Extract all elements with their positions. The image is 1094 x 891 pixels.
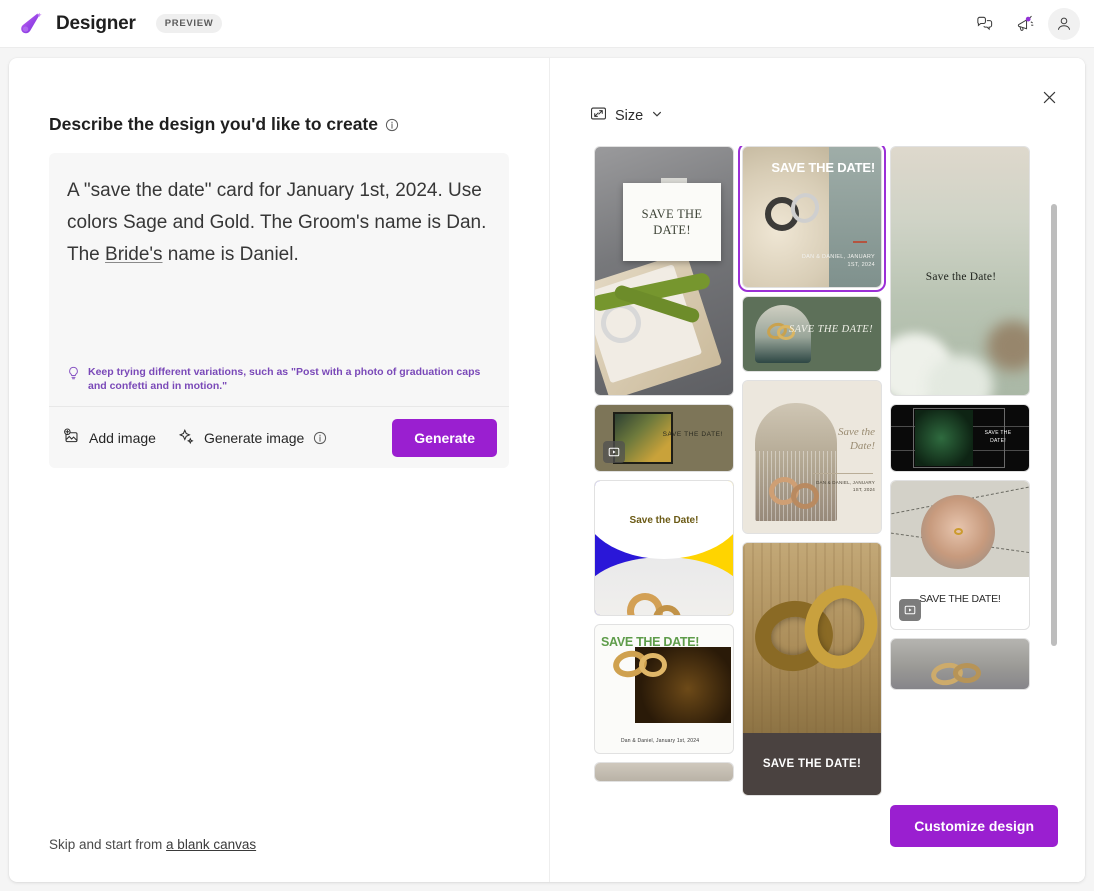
generate-image-label: Generate image [203,429,305,446]
feedback-icon[interactable] [968,8,1000,40]
resize-icon [590,106,607,126]
design-thumbnail[interactable]: SAVE THE DATE! [594,404,734,472]
design-thumbnail[interactable] [890,638,1030,690]
thumbnail-title: SAVE THE DATE! [762,758,862,770]
thumbnail-title: SAVE THE DATE! [771,160,875,175]
skip-row: Skip and start from a blank canvas [49,837,256,852]
design-thumbnail[interactable]: Save the Date! [594,480,734,616]
close-icon[interactable] [1036,84,1062,110]
prompt-container: A "save the date" card for January 1st, … [49,153,509,468]
account-avatar-icon[interactable] [1048,7,1080,40]
gallery-column-1: SAVE THE DATE! SAVE THE DATE! Save the D… [594,146,734,796]
lightbulb-icon [67,366,80,385]
prompt-hint: Keep trying different variations, such a… [49,365,509,406]
prompt-toolbar: Add image Generate image Generate [49,406,509,468]
prompt-input[interactable]: A "save the date" card for January 1st, … [49,153,509,365]
thumbnail-caption: Dan & Daniel, January 1st, 2024 [621,738,700,744]
prompt-text-part2: name is Daniel. [162,244,299,265]
gallery-column-2: SAVE THE DATE! DAN & DANIEL, JANUARY 1ST… [738,146,886,796]
design-thumbnail[interactable]: Save the Date! DAN & DANIEL, JANUARY 1ST… [742,380,882,534]
info-icon[interactable] [385,118,399,132]
megaphone-icon[interactable] [1008,8,1040,40]
design-thumbnail-selected[interactable]: SAVE THE DATE! DAN & DANIEL, JANUARY 1ST… [738,146,886,292]
add-image-button[interactable]: Add image [63,428,156,448]
thumbnail-title: Save the Date! [629,515,699,526]
design-thumbnail[interactable]: SAVE THE DATE! Dan & Daniel, January 1st… [594,624,734,754]
thumbnail-title: SAVE THE DATE! [662,431,723,438]
size-dropdown[interactable]: Size [590,106,663,126]
add-image-label: Add image [89,429,156,446]
preview-badge: PREVIEW [155,14,223,33]
brand: Designer PREVIEW [16,9,223,39]
thumbnail-caption: DAN & DANIEL, JANUARY 1ST, 2024 [816,480,875,492]
generate-image-button[interactable]: Generate image [178,428,327,448]
header-actions [968,7,1080,40]
info-icon[interactable] [313,431,327,445]
design-thumbnail[interactable]: SAVE THE DATE! [742,542,882,796]
app-header: Designer PREVIEW [0,0,1094,48]
design-thumbnail[interactable]: SAVE THE DATE! [890,480,1030,630]
thumbnail-title: SAVE THE DATE! [984,430,1012,444]
thumbnail-title: SAVE THE DATE! [788,324,873,335]
page-title-text: Describe the design you'd like to create [49,114,378,134]
scrollbar-thumb[interactable] [1051,204,1057,646]
describe-pane: Describe the design you'd like to create… [9,58,550,882]
design-thumbnail[interactable]: SAVE THE DATE! [742,296,882,372]
customize-design-button[interactable]: Customize design [890,805,1058,847]
results-pane: Size SAVE THE DATE! SAVE THE DATE! Save … [550,58,1085,882]
blank-canvas-link[interactable]: a blank canvas [166,837,256,852]
sparkle-icon [178,428,195,448]
play-badge-icon[interactable] [603,441,625,463]
design-thumbnail[interactable]: SAVE THE DATE! [890,404,1030,472]
generate-button[interactable]: Generate [392,418,497,457]
page-body: Describe the design you'd like to create… [0,48,1094,891]
design-gallery: SAVE THE DATE! SAVE THE DATE! Save the D… [594,146,1046,851]
gallery-scrollbar[interactable] [1051,146,1057,851]
thumbnail-title: Save the Date! [838,426,875,452]
thumbnail-title: SAVE THE DATE! [641,207,703,237]
thumbnail-title: Save the Date! [925,271,997,283]
page-title: Describe the design you'd like to create [49,114,509,135]
designer-logo-icon [16,9,46,39]
prompt-hint-text: Keep trying different variations, such a… [88,366,481,392]
designer-dialog: Describe the design you'd like to create… [9,58,1085,882]
gallery-column-3: Save the Date! SAVE THE DATE! SAVE THE D… [890,146,1030,796]
chevron-down-icon [651,107,663,125]
thumbnail-caption: DAN & DANIEL, JANUARY 1ST, 2024 [801,254,875,268]
prompt-text-spellcheck: Bride's [105,244,163,265]
design-thumbnail[interactable] [594,762,734,782]
size-label: Size [615,108,644,124]
add-image-icon [63,428,80,448]
skip-text: Skip and start from [49,837,167,852]
design-thumbnail[interactable]: SAVE THE DATE! [594,146,734,396]
app-title: Designer [56,12,136,34]
play-badge-icon[interactable] [899,599,921,621]
design-thumbnail[interactable]: Save the Date! [890,146,1030,396]
